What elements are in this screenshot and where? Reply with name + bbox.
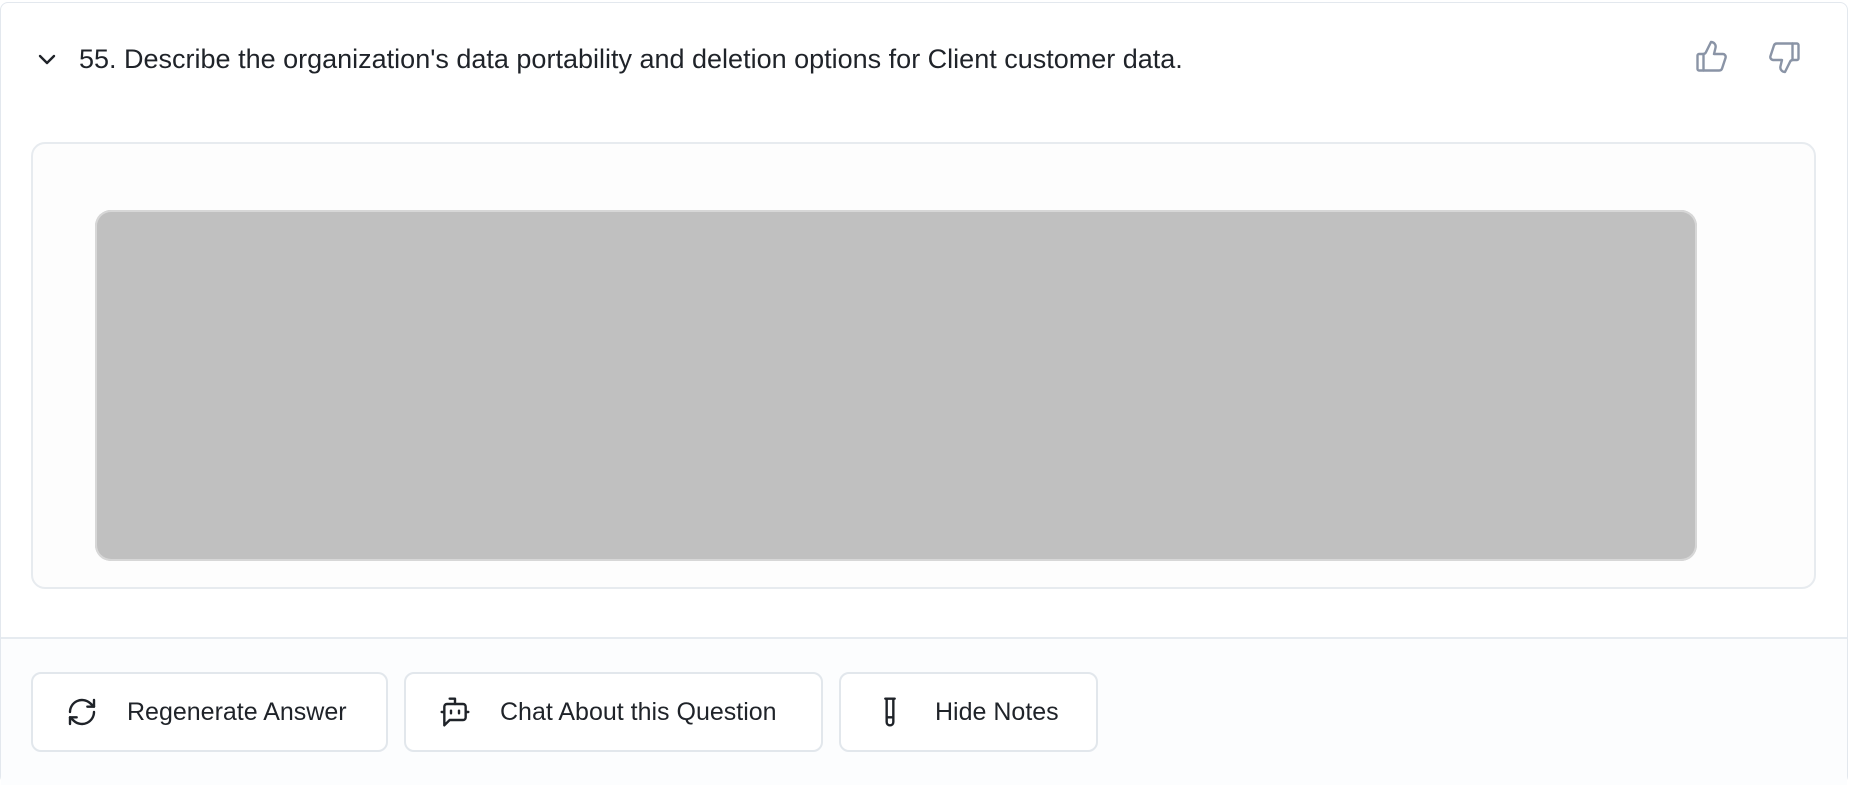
chat-about-question-button[interactable]: Chat About this Question [404,672,823,752]
redacted-answer-content [95,210,1697,561]
thumbs-down-icon[interactable] [1767,39,1803,75]
refresh-icon [65,695,99,729]
chevron-down-icon[interactable] [35,47,59,71]
regenerate-answer-label: Regenerate Answer [127,697,347,726]
hide-notes-button[interactable]: Hide Notes [839,672,1098,752]
chat-about-question-label: Chat About this Question [500,697,777,726]
question-title: 55. Describe the organization's data por… [79,44,1183,74]
test-tube-icon [873,695,907,729]
answer-panel [31,142,1816,589]
question-header[interactable]: 55. Describe the organization's data por… [1,3,1847,113]
question-card: 55. Describe the organization's data por… [0,2,1848,785]
thumbs-up-icon[interactable] [1693,39,1729,75]
action-bar: Regenerate Answer Chat About this Questi… [1,639,1847,785]
bot-icon [438,695,472,729]
regenerate-answer-button[interactable]: Regenerate Answer [31,672,388,752]
hide-notes-label: Hide Notes [935,697,1059,726]
